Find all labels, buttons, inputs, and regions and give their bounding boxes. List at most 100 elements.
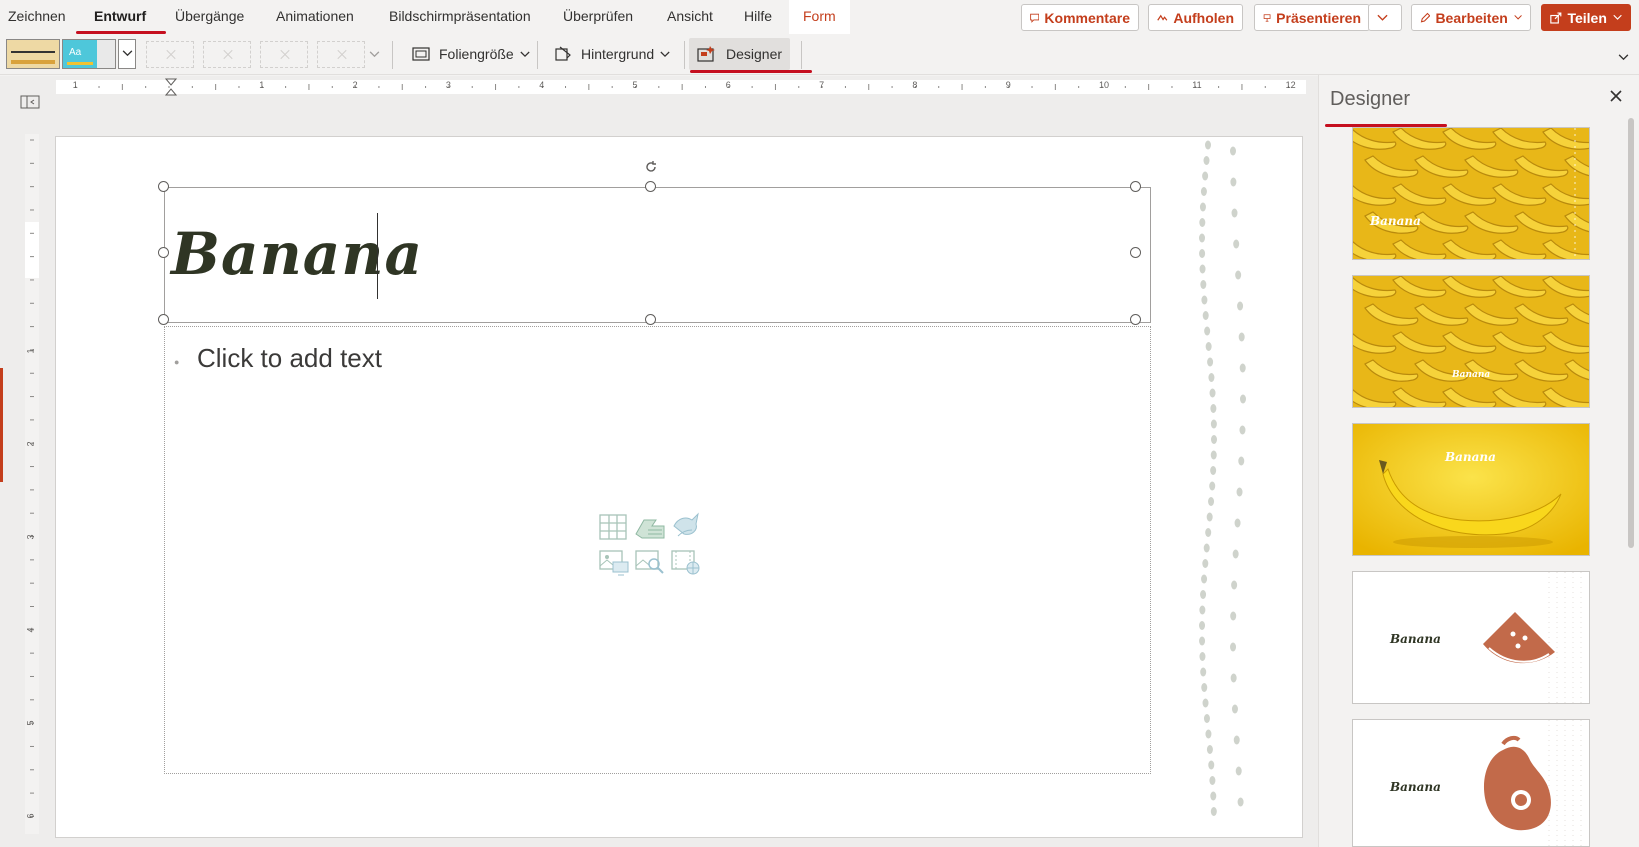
chevron-down-icon xyxy=(660,51,670,57)
ruler-label: 10 xyxy=(1099,80,1110,90)
decorative-dot xyxy=(1202,559,1209,568)
decorative-dot xyxy=(1239,394,1246,404)
content-placeholder-text[interactable]: Click to add text xyxy=(197,343,382,374)
decorative-dot xyxy=(1199,605,1206,615)
decorative-dot xyxy=(1234,518,1241,528)
edit-mode-label: Bearbeiten xyxy=(1435,9,1508,26)
ruler-label: 1 xyxy=(259,80,265,90)
vertical-ruler-ticks xyxy=(25,139,39,817)
decorative-dot xyxy=(1199,249,1206,258)
present-dropdown-button[interactable] xyxy=(1368,4,1402,31)
tab-hilfe[interactable]: Hilfe xyxy=(744,0,772,34)
resize-handle[interactable] xyxy=(645,181,656,192)
separator xyxy=(801,41,802,69)
slide-selection-indicator xyxy=(0,368,3,482)
banana-bunch-image xyxy=(1353,128,1589,259)
share-button[interactable]: Teilen xyxy=(1541,4,1631,31)
insert-icons-icon[interactable] xyxy=(670,510,702,542)
decorative-dot xyxy=(1210,807,1217,816)
insert-table-icon[interactable] xyxy=(598,512,628,542)
comment-icon xyxy=(1030,13,1040,23)
vertical-ruler: 1 2 3 4 5 6 xyxy=(25,134,39,834)
decorative-dot xyxy=(1202,311,1209,320)
design-idea-title: Banana xyxy=(1370,214,1421,228)
variants-dropdown[interactable] xyxy=(369,38,389,70)
design-idea-thumbnail[interactable]: Banana xyxy=(1352,275,1590,408)
decorative-dot xyxy=(1209,481,1216,491)
insert-chart-icon[interactable] xyxy=(634,512,666,542)
decorative-dot xyxy=(1236,487,1243,497)
slide-size-button[interactable]: Foliengröße xyxy=(404,38,538,70)
slide-title[interactable]: Banana xyxy=(171,220,423,288)
design-idea-thumbnail[interactable]: Banana xyxy=(1352,423,1590,556)
present-button[interactable]: Präsentieren xyxy=(1254,4,1370,31)
close-icon[interactable] xyxy=(1606,86,1626,106)
background-button[interactable]: Hintergrund xyxy=(546,38,678,70)
tab-form[interactable]: Form xyxy=(789,0,850,34)
thumbnail-pane-toggle[interactable] xyxy=(20,94,42,112)
decorative-dot xyxy=(1205,729,1212,739)
design-idea-thumbnail[interactable]: Banana xyxy=(1352,719,1590,847)
separator xyxy=(392,41,393,69)
ribbon-collapse-button[interactable] xyxy=(1618,41,1638,73)
decorative-dot xyxy=(1199,218,1206,227)
ruler-label: 4 xyxy=(539,80,545,90)
tab-ueberpruefen[interactable]: Überprüfen xyxy=(563,0,633,34)
decorative-dot xyxy=(1210,450,1217,460)
decorative-dot xyxy=(1210,435,1217,444)
designer-icon xyxy=(697,46,715,62)
designer-button[interactable]: Designer xyxy=(689,38,791,70)
tab-uebergaenge[interactable]: Übergänge xyxy=(175,0,244,34)
catchup-label: Aufholen xyxy=(1173,9,1234,26)
tab-animationen[interactable]: Animationen xyxy=(276,0,354,34)
indent-marker-icon[interactable] xyxy=(165,78,177,96)
separator xyxy=(684,41,685,69)
decorative-dot xyxy=(1199,233,1206,243)
theme-gallery-item-1[interactable] xyxy=(6,39,60,69)
insert-video-icon[interactable] xyxy=(670,548,702,578)
tab-ansicht[interactable]: Ansicht xyxy=(667,0,713,34)
chevron-down-icon xyxy=(122,50,133,57)
decorative-dot xyxy=(1205,140,1211,150)
decorative-dot xyxy=(1199,264,1206,274)
decorative-dot xyxy=(1239,425,1246,435)
chevron-down-icon xyxy=(1613,14,1622,20)
ruler-label: 1 xyxy=(25,348,36,354)
ruler-label: 5 xyxy=(25,720,36,726)
insert-stock-image-icon[interactable] xyxy=(634,548,666,578)
design-idea-title: Banana xyxy=(1390,632,1441,646)
resize-handle[interactable] xyxy=(1130,314,1141,325)
ribbon-command-row: Aa Foliengröße Hintergrund Designer xyxy=(0,35,1639,75)
ruler-label: 6 xyxy=(725,80,731,90)
background-format-icon xyxy=(555,46,571,61)
resize-handle[interactable] xyxy=(158,314,169,325)
decorative-dot xyxy=(1210,404,1217,413)
edit-mode-button[interactable]: Bearbeiten xyxy=(1411,4,1531,31)
ruler-label: 4 xyxy=(25,627,36,633)
resize-handle[interactable] xyxy=(645,314,656,325)
theme-gallery-item-2[interactable]: Aa xyxy=(62,39,116,69)
decorative-dotted-lines xyxy=(1199,140,1246,816)
resize-handle[interactable] xyxy=(158,181,169,192)
decorative-dot xyxy=(1231,580,1238,590)
design-idea-title: Banana xyxy=(1390,780,1441,794)
catchup-button[interactable]: Aufholen xyxy=(1148,4,1243,31)
insert-picture-icon[interactable] xyxy=(598,548,630,578)
comments-button[interactable]: Kommentare xyxy=(1021,4,1139,31)
decorative-dot xyxy=(1237,301,1244,311)
tab-zeichnen[interactable]: Zeichnen xyxy=(8,0,66,34)
rotate-handle-icon[interactable] xyxy=(643,159,659,175)
theme-gallery-dropdown[interactable] xyxy=(118,39,136,69)
design-idea-thumbnail[interactable]: Banana xyxy=(1352,571,1590,704)
resize-handle[interactable] xyxy=(158,247,169,258)
designer-pane-scrollbar[interactable] xyxy=(1628,118,1634,548)
resize-handle[interactable] xyxy=(1130,181,1141,192)
background-label: Hintergrund xyxy=(581,46,655,62)
designer-pane-title: Designer xyxy=(1330,88,1411,110)
resize-handle[interactable] xyxy=(1130,247,1141,258)
tab-entwurf[interactable]: Entwurf xyxy=(75,0,167,34)
design-idea-thumbnail[interactable]: Banana xyxy=(1352,127,1590,260)
decorative-dot xyxy=(1230,611,1237,621)
ruler-label: 2 xyxy=(25,441,36,447)
tab-bildschirmpraesentation[interactable]: Bildschirmpräsentation xyxy=(389,0,531,34)
